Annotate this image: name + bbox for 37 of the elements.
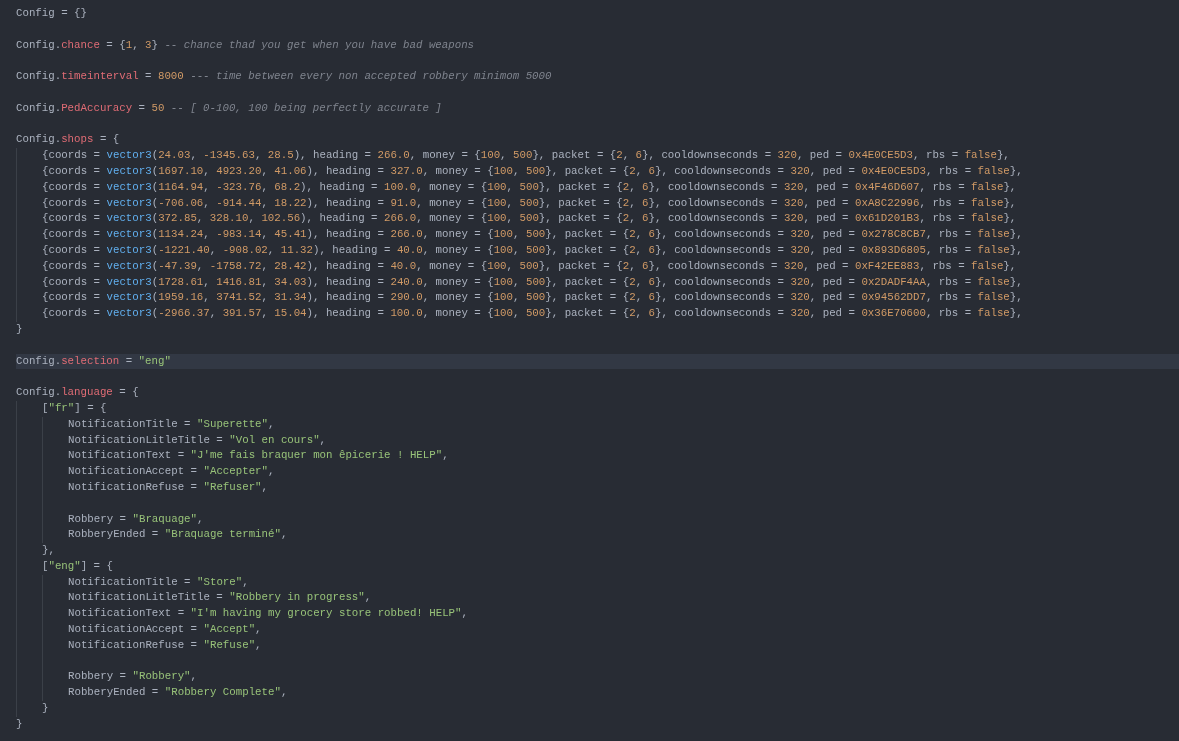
code-line: RobberyEnded = "Braquage terminé", <box>68 527 289 543</box>
code-line: NotificationRefuse = "Refuse", <box>68 637 263 653</box>
code-line: NotificationRefuse = "Refuser", <box>68 479 269 495</box>
code-line: {coords = vector3(1134.24, -983.14, 45.41), heading = 266.0, money = {100, 500}, packet = {2, 6}, cooldownseconds = 320, ped = 0x278C8CB7, rbs = false}, <box>42 227 1024 243</box>
code-line: RobberyEnded = "Robbery Complete", <box>68 685 289 701</box>
code-line: {coords = vector3(24.03, -1345.63, 28.5), heading = 266.0, money = {100, 500}, packet = {2, 6}, cooldownseconds = 320, ped = 0x4E0CE5D3, rbs = false}, <box>42 148 1011 164</box>
code-line: }, <box>42 543 56 559</box>
code-line: } <box>16 716 24 732</box>
code-line: Config.timeinterval = 8000 --- time between every non accepted robbery minimom 5000 <box>16 69 553 85</box>
code-line: {coords = vector3(-1221.40, -908.02, 11.32), heading = 40.0, money = {100, 500}, packet = {2, 6}, cooldownseconds = 320, ped = 0x893D6805, rbs = false}, <box>42 242 1024 258</box>
code-line: NotificationLitleTitle = "Robbery in progress", <box>68 590 373 606</box>
code-line: NotificationText = "J'me fais braquer mon êpicerie ! HELP", <box>68 448 450 464</box>
code-line: NotificationTitle = "Superette", <box>68 416 276 432</box>
code-line: {coords = vector3(1697.10, 4923.20, 41.06), heading = 327.0, money = {100, 500}, packet = {2, 6}, cooldownseconds = 320, ped = 0x4E0CE5D3, rbs = false}, <box>42 163 1024 179</box>
code-line: {coords = vector3(372.85, 328.10, 102.56), heading = 266.0, money = {100, 500}, packet = {2, 6}, cooldownseconds = 320, ped = 0x61D201B3, rbs = false}, <box>42 211 1018 227</box>
code-line: } <box>16 321 24 337</box>
code-line: NotificationAccept = "Accepter", <box>68 464 276 480</box>
code-line: {coords = vector3(-706.06, -914.44, 18.22), heading = 91.0, money = {100, 500}, packet = {2, 6}, cooldownseconds = 320, ped = 0xA8C22996, rbs = false}, <box>42 195 1018 211</box>
code-line: Config = {} <box>16 6 88 21</box>
code-line: NotificationTitle = "Store", <box>68 574 250 590</box>
code-line: NotificationText = "I'm having my grocery store robbed! HELP", <box>68 606 469 622</box>
code-line: ["fr"] = { <box>42 400 108 416</box>
code-line: Robbery = "Robbery", <box>68 669 199 685</box>
code-line: Config.language = { <box>16 385 140 401</box>
code-line: {coords = vector3(1164.94, -323.76, 68.2), heading = 100.0, money = {100, 500}, packet = {2, 6}, cooldownseconds = 320, ped = 0x4F46D607, rbs = false}, <box>42 179 1018 195</box>
code-line: {coords = vector3(-2966.37, 391.57, 15.04), heading = 100.0, money = {100, 500}, packet = {2, 6}, cooldownseconds = 320, ped = 0x36E70600, rbs = false}, <box>42 306 1024 322</box>
code-line: } <box>42 701 50 717</box>
code-line: Config.chance = {1, 3} -- chance thad you get when you have bad weapons <box>16 37 476 53</box>
code-line: Robbery = "Braquage", <box>68 511 205 527</box>
code-line: {coords = vector3(1728.61, 1416.81, 34.03), heading = 240.0, money = {100, 500}, packet = {2, 6}, cooldownseconds = 320, ped = 0x2DADF4AA, rbs = false}, <box>42 274 1024 290</box>
code-line: {coords = vector3(1959.16, 3741.52, 31.34), heading = 290.0, money = {100, 500}, packet = {2, 6}, cooldownseconds = 320, ped = 0x94562DD7, rbs = false}, <box>42 290 1024 306</box>
code-line: NotificationAccept = "Accept", <box>68 622 263 638</box>
code-line: ["eng"] = { <box>42 558 114 574</box>
code-line: Config.PedAccuracy = 50 -- [ 0-100, 100 being perfectly accurate ] <box>16 100 443 116</box>
code-line: Config.shops = { <box>16 132 121 148</box>
code-line: {coords = vector3(-47.39, -1758.72, 28.42), heading = 40.0, money = {100, 500}, packet = {2, 6}, cooldownseconds = 320, ped = 0xF42EE883, rbs = false}, <box>42 258 1018 274</box>
code-line: NotificationLitleTitle = "Vol en cours", <box>68 432 328 448</box>
